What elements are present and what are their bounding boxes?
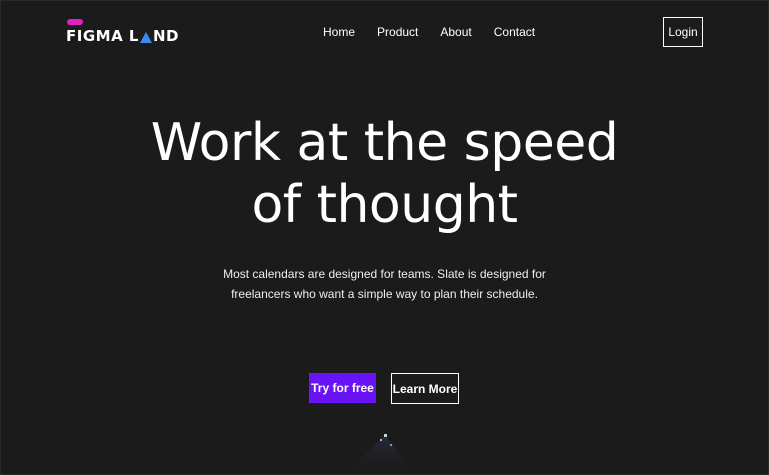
hero-subtitle: Most calendars are designed for teams. S… (0, 264, 769, 304)
nav-item-product[interactable]: Product (377, 25, 418, 39)
nav-item-contact[interactable]: Contact (494, 25, 535, 39)
logo-triangle-icon (139, 32, 152, 43)
page-frame (0, 0, 769, 475)
nav-item-about[interactable]: About (440, 25, 471, 39)
logo-text-part1: FIGMA L (66, 27, 139, 45)
hero-subtitle-line1: Most calendars are designed for teams. S… (223, 267, 546, 281)
hero-title-line2: of thought (251, 175, 518, 235)
brand-logo[interactable]: FIGMA L ND (66, 19, 179, 44)
try-for-free-button[interactable]: Try for free (309, 373, 376, 403)
hero-title: Work at the speed of thought (0, 112, 769, 236)
learn-more-button[interactable]: Learn More (391, 373, 459, 404)
login-button[interactable]: Login (663, 17, 703, 47)
nav-item-home[interactable]: Home (323, 25, 355, 39)
main-nav: Home Product About Contact (323, 25, 535, 39)
hero-subtitle-line2: freelancers who want a simple way to pla… (231, 287, 538, 301)
logo-text-part2: ND (152, 27, 179, 45)
logo-pill-icon (67, 19, 83, 25)
hero-title-line1: Work at the speed (150, 113, 619, 173)
logo-text: FIGMA L ND (66, 29, 179, 44)
hero-illustration-icon (345, 434, 415, 475)
